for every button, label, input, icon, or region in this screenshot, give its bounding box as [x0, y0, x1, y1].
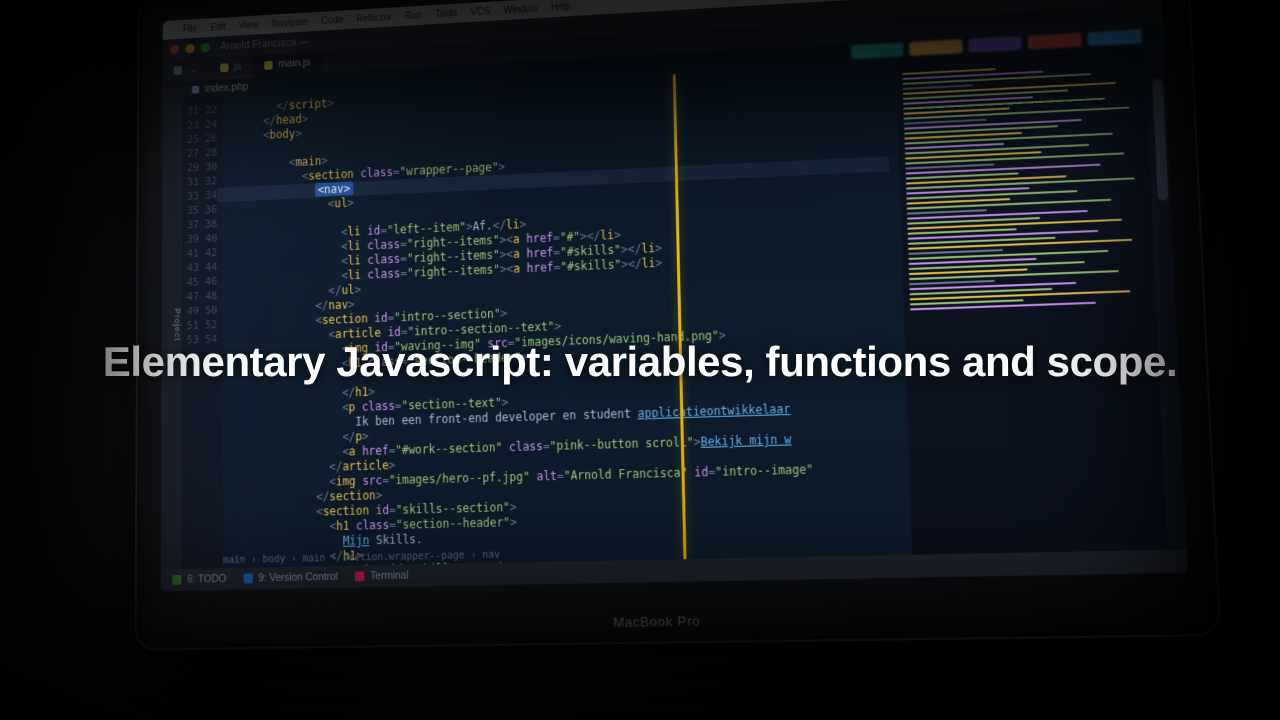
toolwindow-tab[interactable]	[1087, 29, 1142, 46]
tab-label: …	[187, 63, 197, 75]
menu-item[interactable]: Edit	[210, 22, 226, 33]
code-editor[interactable]: </script> </head> <body> <main> <section…	[217, 63, 902, 568]
window-title: Arnold Francisca —	[220, 36, 309, 52]
status-icon	[243, 573, 252, 583]
menu-item[interactable]: Help	[551, 1, 571, 13]
ide-screen: File Edit View Navigate Code Refactor Run Tools…	[161, 0, 1188, 591]
editor-tab[interactable]: …	[163, 58, 210, 81]
menu-item[interactable]: Tools	[435, 8, 457, 20]
stage: File Edit View Navigate Code Refactor Run Tools…	[0, 0, 1280, 720]
status-label: 6: TODO	[187, 573, 226, 586]
status-icon	[172, 575, 181, 585]
minimap-line	[909, 280, 994, 285]
traffic-light-close-icon[interactable]	[170, 45, 179, 55]
menu-item[interactable]: File	[183, 23, 198, 34]
toolwindow-tab[interactable]	[1028, 33, 1082, 50]
menu-item[interactable]: Window	[503, 3, 537, 16]
toolwindow-tab[interactable]	[968, 36, 1022, 53]
menu-item[interactable]: Run	[405, 10, 422, 21]
status-label: 9: Version Control	[258, 571, 337, 584]
menu-item[interactable]: Navigate	[271, 17, 308, 30]
editor-minimap[interactable]	[896, 49, 1168, 555]
php-file-icon	[174, 65, 182, 74]
tab-label: js	[234, 61, 241, 73]
editor-tab[interactable]: js	[209, 55, 253, 78]
status-label: Terminal	[370, 570, 408, 583]
laptop: File Edit View Navigate Code Refactor Run Tools…	[135, 0, 1222, 651]
menu-item[interactable]: Refactor	[356, 12, 391, 24]
open-file-tab[interactable]: index.php	[183, 76, 258, 100]
status-icon	[355, 571, 365, 581]
toolwindow-tab[interactable]	[909, 39, 962, 56]
status-item[interactable]: 6: TODO	[172, 573, 226, 586]
traffic-light-minimize-icon[interactable]	[185, 44, 194, 54]
js-file-icon	[264, 60, 272, 69]
menu-item[interactable]: VCS	[471, 6, 491, 18]
project-toolwindow-rail[interactable]: Project	[161, 80, 183, 569]
minimap-line	[904, 107, 1129, 120]
toolwindow-tab[interactable]	[851, 42, 904, 59]
hero-title-overlay: Elementary Javascript: variables, functi…	[0, 338, 1280, 386]
js-file-icon	[220, 63, 228, 72]
menu-item[interactable]: Code	[321, 15, 343, 27]
editor-tab[interactable]: main.js	[253, 51, 322, 76]
menu-item[interactable]: View	[239, 20, 259, 31]
status-item[interactable]: 9: Version Control	[243, 571, 338, 585]
open-file-name: index.php	[205, 81, 249, 95]
traffic-light-zoom-icon[interactable]	[201, 43, 210, 53]
tab-label: main.js	[278, 57, 310, 70]
status-item[interactable]: Terminal	[355, 570, 409, 583]
php-file-icon	[192, 86, 199, 94]
